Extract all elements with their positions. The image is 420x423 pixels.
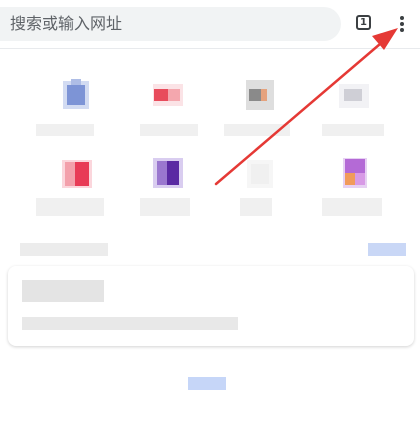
card-text-pixelated	[22, 317, 238, 330]
shortcut-tile-1[interactable]	[36, 76, 116, 166]
shortcut-label	[322, 124, 384, 136]
shortcut-label	[140, 198, 190, 216]
shortcut-2-icon	[149, 76, 187, 114]
card-title-pixelated	[22, 280, 104, 302]
shortcut-8-icon	[335, 156, 373, 194]
shortcut-tile-6[interactable]	[128, 156, 208, 246]
shortcut-tile-5[interactable]	[36, 156, 116, 246]
shortcut-4-icon	[335, 76, 373, 114]
address-bar[interactable]: 搜索或输入网址	[0, 7, 341, 41]
shortcut-tile-7[interactable]	[220, 156, 300, 246]
content-card[interactable]	[8, 266, 414, 346]
shortcut-label	[224, 124, 290, 136]
shortcut-label	[240, 198, 272, 216]
section-header-pixelated	[20, 243, 108, 256]
shortcut-label	[140, 124, 198, 136]
toolbar-divider	[0, 48, 420, 49]
browser-toolbar: 搜索或输入网址 1	[0, 0, 420, 50]
more-vert-icon[interactable]	[392, 12, 412, 36]
shortcut-label	[36, 124, 94, 136]
tab-count: 1	[360, 17, 367, 28]
shortcut-tile-4[interactable]	[314, 76, 394, 166]
shortcut-7-icon	[241, 156, 279, 194]
shortcut-1-icon	[57, 76, 95, 114]
shortcut-label	[36, 198, 104, 216]
shortcut-label	[322, 198, 382, 216]
section-link-pixelated[interactable]	[368, 243, 406, 256]
shortcut-6-icon	[149, 156, 187, 194]
address-bar-placeholder: 搜索或输入网址	[10, 14, 123, 33]
shortcut-3-icon	[241, 76, 279, 114]
tab-switcher-button[interactable]: 1	[356, 15, 371, 30]
shortcut-tile-3[interactable]	[220, 76, 300, 166]
shortcut-tile-8[interactable]	[314, 156, 394, 246]
more-link-pixelated[interactable]	[188, 377, 226, 390]
shortcut-5-icon	[57, 156, 95, 194]
shortcut-tile-2[interactable]	[128, 76, 208, 166]
